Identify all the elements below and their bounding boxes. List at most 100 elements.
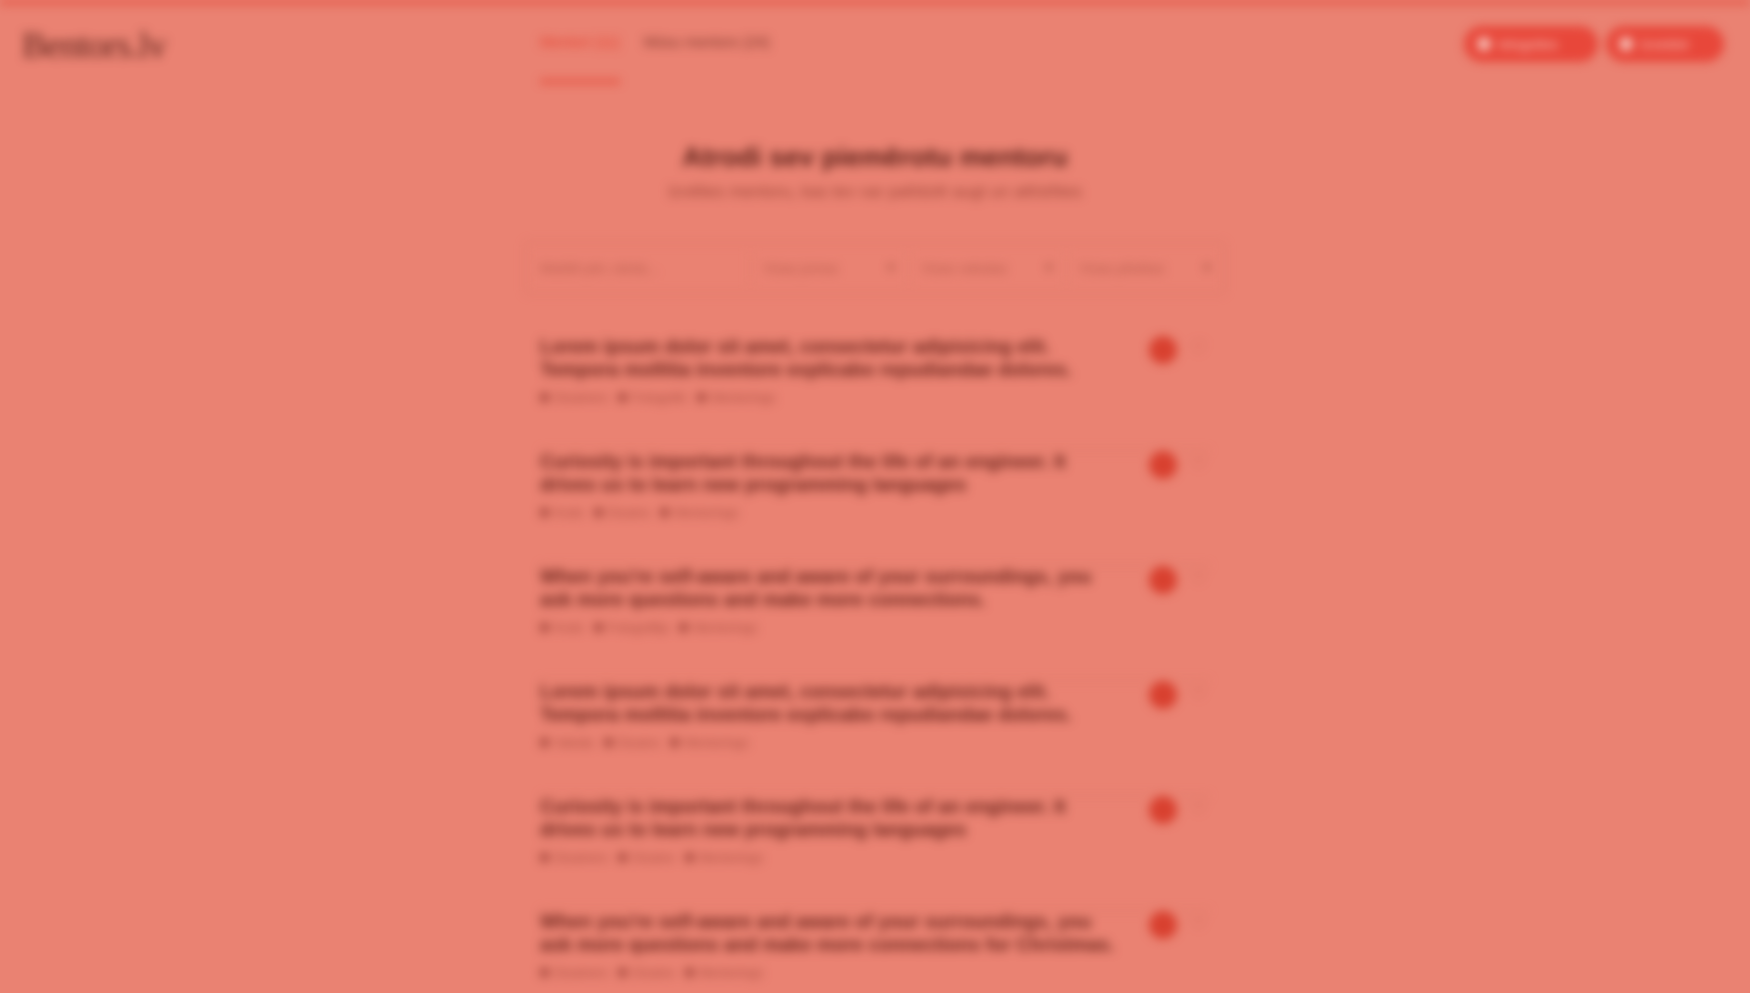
tab-mentors[interactable]: Mentori (11) (540, 34, 620, 83)
tag-label: Fotogrāfija (607, 620, 670, 635)
city-select[interactable]: Visas pilsētas ▼ (1066, 253, 1224, 283)
tag-label: Dizains (632, 850, 675, 865)
mentor-title[interactable]: When you're self-aware and aware of your… (540, 911, 1125, 957)
list-item[interactable]: When you're self-aware and aware of your… (540, 566, 1210, 681)
tag-icon (540, 968, 549, 977)
tag-list: Kods Fotogrāfija Mentorings (540, 620, 1210, 635)
tag-label: Kods (554, 505, 584, 520)
mentor-title[interactable]: Curiosity is important throughout the li… (540, 451, 1125, 497)
tag-label: Mentorings (698, 965, 764, 980)
heart-icon[interactable]: ♡ (1192, 798, 1206, 818)
mentor-title[interactable]: Lorem ipsum dolor sit amet, consectetur … (540, 336, 1125, 382)
top-accent-bar (0, 0, 1750, 4)
tag-list: Kods Dizains Mentorings (540, 505, 1210, 520)
avatar[interactable] (1149, 451, 1177, 479)
tag-list: Dizainers Dizains Mentorings (540, 965, 1210, 980)
user-icon (1478, 38, 1490, 50)
tag-icon (618, 853, 628, 862)
chevron-down-icon: ▼ (1044, 262, 1054, 274)
tag-icon (618, 968, 628, 977)
tag: Mentorings (684, 965, 764, 980)
tag: Dizains (618, 965, 675, 980)
avatar[interactable] (1149, 336, 1177, 364)
list-item[interactable]: Lorem ipsum dolor sit amet, consectetur … (540, 336, 1210, 451)
tag: Mentorings (679, 620, 757, 635)
list-item[interactable]: Lorem ipsum dolor sit amet, consectetur … (540, 681, 1210, 796)
tag: Dizainers (540, 850, 608, 865)
tag-label: Mentorings (693, 620, 758, 635)
heart-icon[interactable]: ♡ (1192, 683, 1206, 703)
language-select-value: Visas valodas (921, 260, 1008, 276)
tag-label: Dizainers (554, 965, 609, 980)
tag: Valoda (540, 735, 594, 750)
tag: Dizains (593, 505, 650, 520)
avatar[interactable] (1149, 911, 1177, 939)
chevron-down-icon: ▼ (886, 262, 896, 274)
tag-label: Kods (554, 620, 584, 635)
create-button-label: Izveidot (1640, 36, 1689, 52)
tab-our-mentors[interactable]: Mūsu mentors (24) (644, 34, 770, 57)
tag: Mentorings (684, 850, 764, 865)
page-title: Atrodi sev piemērotu mentoru (682, 142, 1068, 172)
filter-bar: Meklēt pēc vārda... Visas jomas ▼ Visas … (525, 242, 1225, 294)
tag: Dizains (603, 735, 661, 750)
header-actions: Ielogoties Izveidot (1464, 26, 1724, 62)
tag: Dizains (618, 850, 675, 865)
tag-list: Dizainers Fotogrāfs Mentorings (540, 390, 1210, 405)
mentor-title[interactable]: Curiosity is important throughout the li… (540, 796, 1125, 842)
city-select-value: Visas pilsētas (1079, 260, 1165, 276)
logo[interactable]: Bentors.lv (22, 24, 167, 66)
create-button[interactable]: Izveidot (1606, 26, 1724, 62)
avatar[interactable] (1149, 681, 1177, 709)
tag: Mentorings (660, 505, 739, 520)
login-button-label: Ielogoties (1498, 36, 1558, 52)
tag-icon (540, 738, 549, 747)
tag: Kods (540, 620, 584, 635)
tag-icon (540, 853, 549, 862)
list-item[interactable]: Curiosity is important throughout the li… (540, 451, 1210, 566)
tag: Mentorings (670, 735, 748, 750)
tag-icon (670, 738, 680, 747)
tag-label: Valoda (554, 735, 594, 750)
plus-icon (1620, 38, 1632, 50)
mentor-title[interactable]: Lorem ipsum dolor sit amet, consectetur … (540, 681, 1125, 727)
tag: Dizainers (540, 390, 608, 405)
tag-label: Fotogrāfs (632, 390, 688, 405)
tag-icon (684, 968, 694, 977)
tag-label: Dizainers (554, 850, 609, 865)
tag-icon (540, 393, 549, 402)
language-select[interactable]: Visas valodas ▼ (908, 253, 1066, 283)
tag-icon (540, 623, 549, 632)
field-select-value: Visas jomas (763, 260, 839, 276)
tag-label: Dizainers (554, 390, 609, 405)
tag-icon (593, 508, 603, 517)
tag-icon (540, 508, 549, 517)
search-input[interactable]: Meklēt pēc vārda... (526, 260, 750, 276)
mentor-title[interactable]: When you're self-aware and aware of your… (540, 566, 1125, 612)
tag-label: Mentorings (698, 850, 764, 865)
tag-label: Mentorings (684, 735, 749, 750)
list-item[interactable]: Curiosity is important throughout the li… (540, 796, 1210, 911)
login-button[interactable]: Ielogoties (1464, 26, 1598, 62)
tag-label: Mentorings (711, 390, 776, 405)
avatar[interactable] (1149, 566, 1177, 594)
tag-label: Mentorings (674, 505, 739, 520)
tag-icon (684, 853, 694, 862)
list-item[interactable]: When you're self-aware and aware of your… (540, 911, 1210, 993)
heart-icon[interactable]: ♡ (1192, 913, 1206, 933)
tag-icon (660, 508, 670, 517)
avatar[interactable] (1149, 796, 1177, 824)
tag-label: Dizains (617, 735, 661, 750)
main-tabs: Mentori (11) Mūsu mentors (24) (540, 34, 770, 83)
tag-icon (697, 393, 707, 402)
tag-icon (618, 393, 628, 402)
tag-label: Dizains (632, 965, 675, 980)
page-root: Bentors.lv Mentori (11) Mūsu mentors (24… (0, 0, 1750, 993)
heart-icon[interactable]: ♡ (1192, 453, 1206, 473)
heart-icon[interactable]: ♡ (1192, 338, 1206, 358)
page-subtitle: Izvēlies mentoru, kas tev var palīdzēt a… (668, 182, 1082, 201)
tag-icon (593, 623, 603, 632)
tag-icon (603, 738, 613, 747)
heart-icon[interactable]: ♡ (1192, 568, 1206, 588)
field-select[interactable]: Visas jomas ▼ (750, 253, 908, 283)
